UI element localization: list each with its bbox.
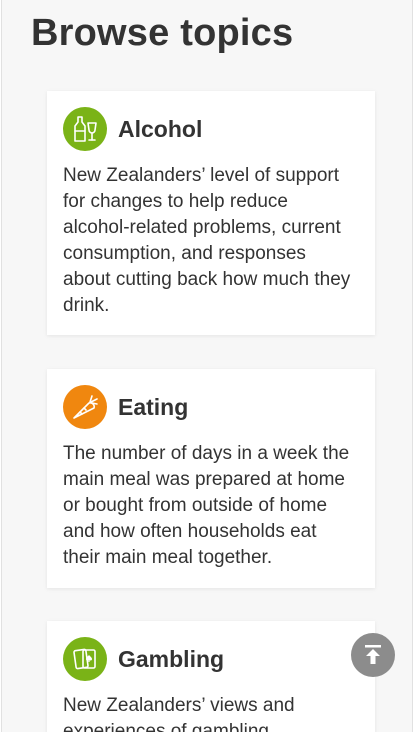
- topic-card-eating[interactable]: Eating The number of days in a week the …: [47, 369, 375, 588]
- topic-card-description: New Zealanders’ views and experiences of…: [63, 695, 295, 732]
- arrow-up-to-line-icon: [365, 645, 381, 664]
- topic-card-alcohol[interactable]: Alcohol New Zealanders’ level of support…: [47, 91, 375, 335]
- bottle-and-glass-icon: [63, 107, 107, 151]
- playing-cards-icon: [63, 637, 107, 681]
- back-to-top-button[interactable]: [351, 633, 395, 677]
- page-container: Browse topics Alcohol New Zealanders’ le…: [1, 0, 413, 732]
- page-title: Browse topics: [31, 12, 294, 54]
- topic-card-gambling[interactable]: Gambling New Zealanders’ views and exper…: [47, 621, 375, 732]
- topic-card-title[interactable]: Alcohol: [118, 115, 202, 143]
- carrot-icon: [63, 385, 107, 429]
- topic-card-title[interactable]: Gambling: [118, 645, 224, 673]
- topic-card-header: Eating: [63, 385, 359, 429]
- topic-card-description: The number of days in a week the main me…: [63, 443, 350, 568]
- topic-card-header: Alcohol: [63, 107, 359, 151]
- topic-card-description: New Zealanders’ level of support for cha…: [63, 165, 351, 316]
- topic-card-header: Gambling: [63, 637, 359, 681]
- topic-card-title[interactable]: Eating: [118, 393, 188, 421]
